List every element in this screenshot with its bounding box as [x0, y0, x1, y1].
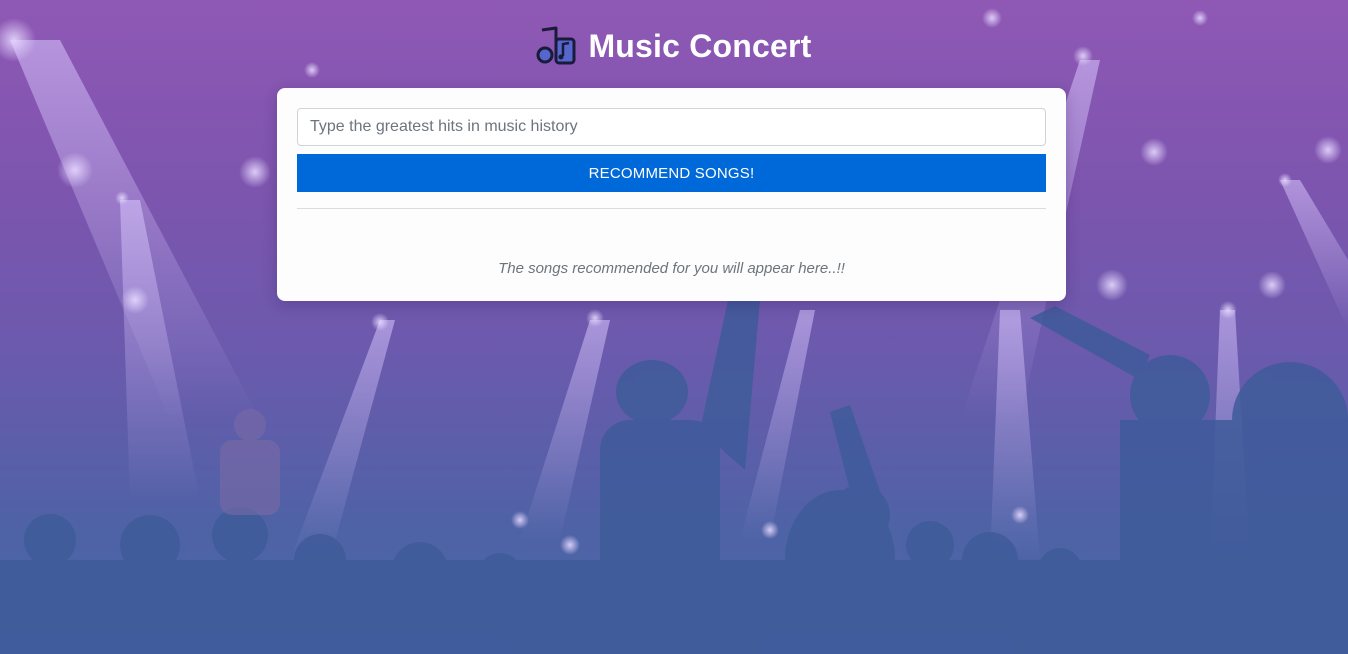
song-search-input[interactable]	[297, 108, 1046, 146]
page: Music Concert RECOMMEND SONGS! The songs…	[0, 0, 1348, 654]
app-header: Music Concert	[0, 26, 1348, 66]
divider	[297, 208, 1046, 209]
results-empty-message: The songs recommended for you will appea…	[498, 260, 845, 277]
recommendation-card: RECOMMEND SONGS! The songs recommended f…	[277, 88, 1066, 301]
page-title: Music Concert	[588, 27, 812, 64]
recommend-songs-button[interactable]: RECOMMEND SONGS!	[297, 154, 1046, 192]
music-notes-icon	[536, 26, 576, 66]
